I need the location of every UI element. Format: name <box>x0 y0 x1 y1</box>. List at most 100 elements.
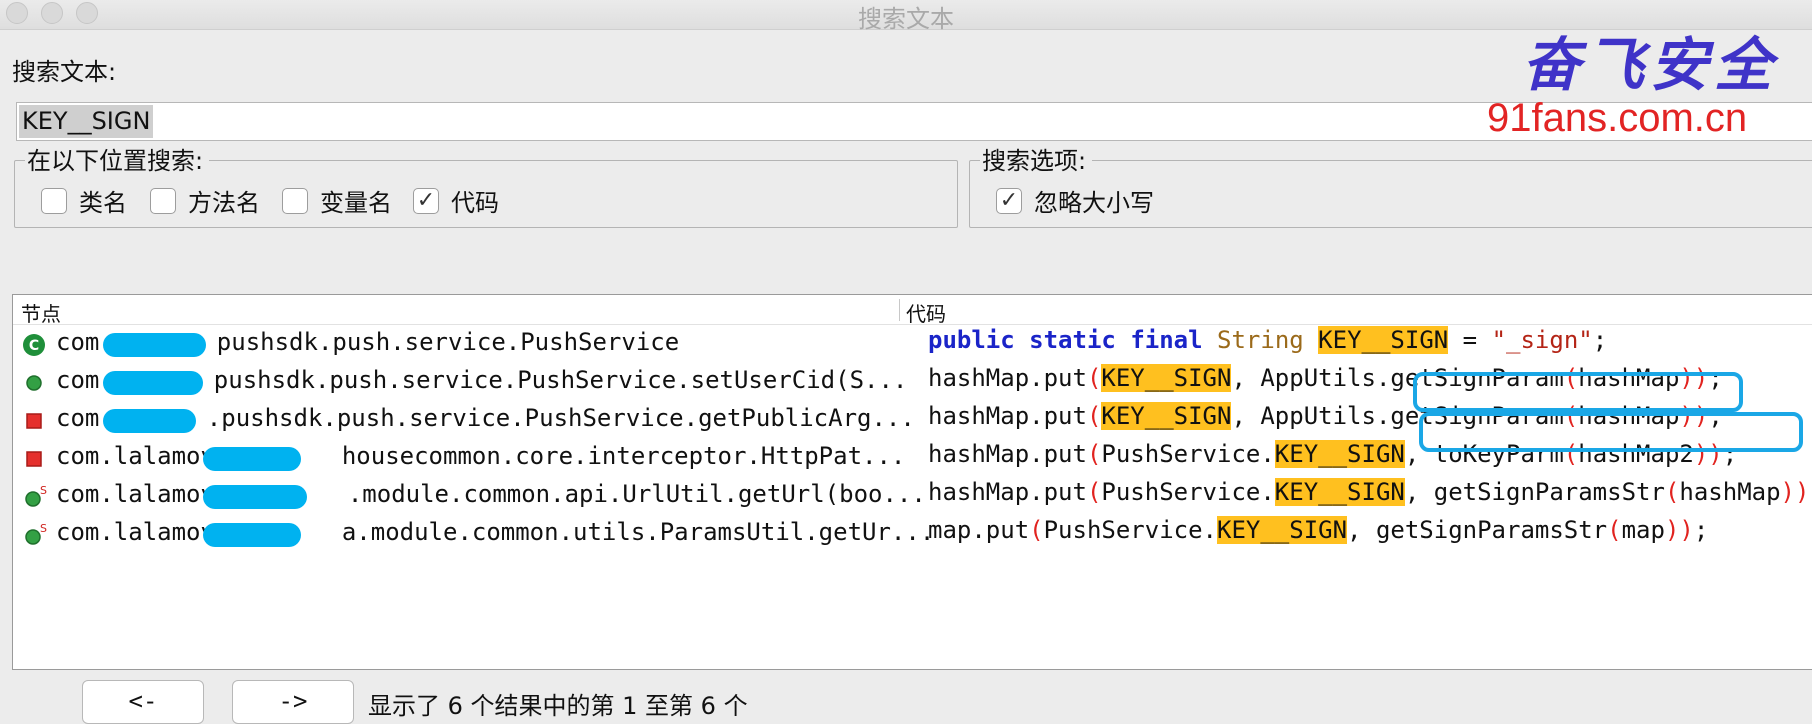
redaction-mark <box>103 333 206 357</box>
code-token: hashMap.put <box>928 402 1087 430</box>
annotation-highlight-box <box>1413 372 1743 412</box>
table-row[interactable]: Scom.lalamove. .module.common.api.UrlUtil… <box>13 478 1812 516</box>
code-token: "_sign" <box>1491 326 1593 354</box>
code-token: KEY__SIGN <box>1318 326 1449 354</box>
checkmark-icon: ✓ <box>999 188 1019 213</box>
code-token: KEY__SIGN <box>1217 516 1348 544</box>
node-suffix: pushsdk.push.service.PushService <box>216 328 680 356</box>
svg-text:S: S <box>40 522 47 535</box>
code-token: KEY__SIGN <box>1274 440 1405 468</box>
checkmark-icon: ✓ <box>416 188 436 213</box>
ignore-case-checkbox-box[interactable]: ✓ <box>996 187 1022 214</box>
code-token: ( <box>1086 478 1102 506</box>
node-cell: com.lalamove. a.module.common.utils.Param… <box>56 518 934 546</box>
table-row[interactable]: Ccom. pushsdk.push.service.PushService pub… <box>13 326 1812 364</box>
static-method-icon: S <box>21 522 47 548</box>
column-header-code[interactable]: 代码 <box>906 298 946 327</box>
node-suffix: housecommon.core.interceptor.HttpPat... <box>341 442 906 470</box>
code-token: KEY__SIGN <box>1101 364 1232 392</box>
code-checkbox[interactable]: ✓ 代码 <box>413 183 499 218</box>
code-token: ( <box>1664 478 1680 506</box>
variable-name-checkbox[interactable]: 变量名 <box>282 183 392 218</box>
code-token: , getSignParamsStr <box>1347 516 1608 544</box>
svg-text:S: S <box>40 484 47 497</box>
class-name-checkbox[interactable]: 类名 <box>41 183 127 218</box>
code-token: KEY__SIGN <box>1274 478 1405 506</box>
code-token: ( <box>1029 516 1044 544</box>
search-input-value: KEY__SIGN <box>19 105 154 138</box>
ignore-case-checkbox-label: 忽略大小写 <box>1034 189 1154 217</box>
code-token: ( <box>1607 516 1622 544</box>
watermark-brand: 奋飞安全 <box>1522 31 1779 99</box>
previous-page-button[interactable]: <- <box>82 680 204 724</box>
code-token: PushService. <box>1101 478 1275 506</box>
code-token: hashMap.put <box>928 478 1087 506</box>
code-token: hashMap.put <box>928 440 1087 468</box>
code-checkbox-label: 代码 <box>451 189 499 217</box>
code-token: KEY__SIGN <box>1101 402 1232 430</box>
code-token: PushService. <box>1101 440 1275 468</box>
code-token: final <box>1130 326 1203 354</box>
code-cell: hashMap.put(PushService.KEY__SIGN, getSi… <box>928 478 1812 506</box>
code-token: ; <box>1693 516 1709 544</box>
redaction-mark <box>203 447 301 471</box>
search-options-legend: 搜索选项: <box>980 141 1093 176</box>
code-token: String <box>1217 326 1304 354</box>
watermark-url: 91fans.com.cn <box>1487 96 1748 140</box>
variable-name-checkbox-box[interactable] <box>282 187 308 214</box>
redaction-mark <box>103 409 196 433</box>
results-status: 显示了 6 个结果中的第 1 至第 6 个 <box>368 692 748 720</box>
code-token: static <box>1029 326 1116 354</box>
next-page-button[interactable]: -> <box>232 680 354 724</box>
column-divider[interactable] <box>899 299 900 321</box>
results-header: 节点 代码 <box>13 295 1812 327</box>
code-token: ( <box>1086 402 1102 430</box>
node-suffix: .pushsdk.push.service.PushService.getPub… <box>206 404 915 432</box>
class-name-checkbox-label: 类名 <box>79 189 127 217</box>
node-suffix: .module.common.api.UrlUtil.getUrl(boo... <box>347 480 926 508</box>
search-options-group: 搜索选项: ✓ 忽略大小写 <box>969 141 1812 228</box>
node-suffix: a.module.common.utils.ParamsUtil.getUr..… <box>341 518 935 546</box>
search-scope-legend: 在以下位置搜索: <box>25 141 210 176</box>
code-token: = <box>1448 326 1492 354</box>
method-name-checkbox-box[interactable] <box>150 187 176 214</box>
code-token: hashMap <box>1679 478 1781 506</box>
code-token: ( <box>1086 364 1102 392</box>
node-suffix: pushsdk.push.service.PushService.setUser… <box>213 366 908 394</box>
code-checkbox-box[interactable]: ✓ <box>413 187 439 214</box>
redaction-mark <box>203 523 301 547</box>
table-row[interactable]: Scom.lalamove. a.module.common.utils.Para… <box>13 516 1812 554</box>
private-method-icon <box>21 408 47 434</box>
search-scope-group: 在以下位置搜索: 类名 方法名 变量名 ✓ 代码 <box>14 141 958 228</box>
static-method-icon: S <box>21 484 47 510</box>
svg-text:C: C <box>29 338 39 354</box>
code-token: )) <box>1780 478 1810 506</box>
code-token: )) <box>1664 516 1694 544</box>
annotation-highlight-box <box>1419 412 1803 452</box>
method-name-checkbox-label: 方法名 <box>188 189 260 217</box>
code-token: map.put <box>928 516 1030 544</box>
code-token: hashMap.put <box>928 364 1087 392</box>
results-table[interactable]: 节点 代码 Ccom. pushsdk.push.service.PushServ… <box>12 294 1812 670</box>
code-token: ; <box>1592 326 1608 354</box>
column-header-node[interactable]: 节点 <box>21 298 61 327</box>
code-token: PushService. <box>1043 516 1217 544</box>
node-cell: com.lalamove. .module.common.api.UrlUtil.… <box>56 480 926 508</box>
private-method-icon <box>21 446 47 472</box>
code-cell: public static final String KEY__SIGN = "… <box>928 326 1607 354</box>
class-name-checkbox-box[interactable] <box>41 187 67 214</box>
method-name-checkbox[interactable]: 方法名 <box>150 183 260 218</box>
code-token: , getSignParamsStr <box>1404 478 1665 506</box>
code-cell: map.put(PushService.KEY__SIGN, getSignPa… <box>928 516 1708 544</box>
ignore-case-checkbox[interactable]: ✓ 忽略大小写 <box>996 183 1154 218</box>
variable-name-checkbox-label: 变量名 <box>320 189 392 217</box>
search-label: 搜索文本: <box>12 58 117 86</box>
code-token: map <box>1621 516 1665 544</box>
code-token: public <box>928 326 1015 354</box>
redaction-mark <box>103 371 203 395</box>
redaction-mark <box>203 485 307 509</box>
